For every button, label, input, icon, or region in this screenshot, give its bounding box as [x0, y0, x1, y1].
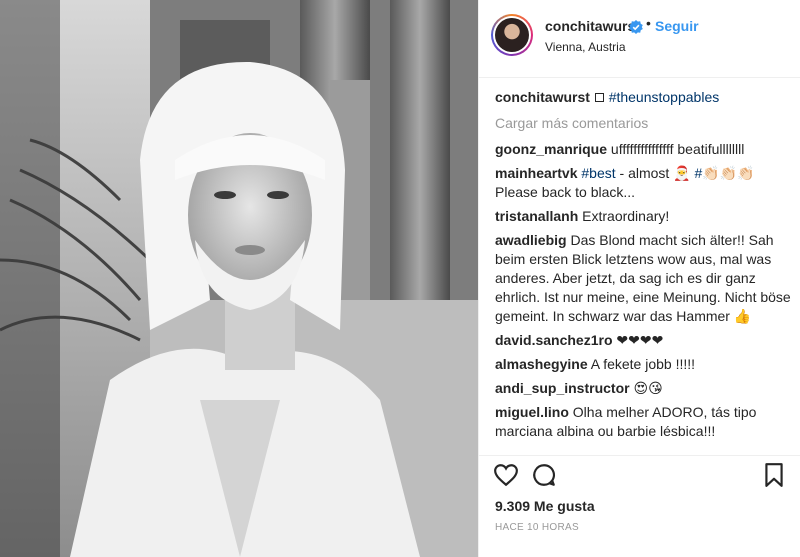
caption-username[interactable]: conchitawurst	[495, 89, 590, 105]
header-separator: •	[646, 15, 651, 31]
bookmark-icon[interactable]	[761, 462, 787, 488]
comment-username[interactable]: awadliebig	[495, 232, 567, 248]
post-side-panel: conchitawurst • Seguir Vienna, Austria c…	[478, 0, 800, 557]
avatar-image	[495, 18, 529, 52]
comment-item: mainheartvk #best - almost 🎅 #👏🏻👏🏻👏🏻 Ple…	[495, 164, 791, 202]
comment-username[interactable]: mainheartvk	[495, 165, 577, 181]
comment-text: 😍😘	[633, 380, 663, 396]
heart-icon[interactable]	[493, 462, 519, 488]
post-header: conchitawurst • Seguir Vienna, Austria	[479, 0, 800, 78]
post-photo[interactable]	[0, 0, 478, 557]
verified-badge-icon	[629, 20, 643, 34]
post-timestamp[interactable]: HACE 10 HORAS	[495, 522, 579, 533]
load-more-comments-button[interactable]: Cargar más comentarios	[495, 115, 791, 131]
caption-hashtag[interactable]: #theunstoppables	[609, 89, 720, 105]
comment-bubble-icon[interactable]	[531, 462, 557, 488]
post-actions: 9.309 Me gusta HACE 10 HORAS	[479, 455, 800, 557]
comment-item: david.sanchez1ro ❤❤❤❤	[495, 331, 791, 350]
comment-text: ❤❤❤❤	[616, 332, 664, 348]
comment-username[interactable]: andi_sup_instructor	[495, 380, 630, 396]
comment-username[interactable]: almashegyine	[495, 356, 588, 372]
follow-button[interactable]: Seguir	[655, 18, 699, 34]
comment-username[interactable]: david.sanchez1ro	[495, 332, 613, 348]
comment-text: - almost 🎅	[615, 165, 695, 181]
comment-text: ufffffffffffffff beatifullllllll	[610, 141, 745, 157]
comment-item: goonz_manrique ufffffffffffffff beatiful…	[495, 140, 791, 159]
post-caption: conchitawurst #theunstoppables	[495, 88, 791, 107]
comments-list: conchitawurst #theunstoppables Cargar má…	[495, 88, 791, 446]
comment-text: A fekete jobb !!!!!	[590, 356, 696, 372]
comment-username[interactable]: miguel.lino	[495, 404, 569, 420]
header-username[interactable]: conchitawurst	[545, 18, 640, 34]
comment-item: tristanallanh Extraordinary!	[495, 207, 791, 226]
comment-item: andi_sup_instructor 😍😘	[495, 379, 791, 398]
missing-glyph-icon	[594, 93, 604, 102]
portrait-image	[0, 0, 478, 557]
comment-username[interactable]: tristanallanh	[495, 208, 578, 224]
comment-item: miguel.lino Olha melher ADORO, tás tipo …	[495, 403, 791, 441]
location-link[interactable]: Vienna, Austria	[545, 40, 626, 54]
comment-item: almashegyine A fekete jobb !!!!!	[495, 355, 791, 374]
avatar[interactable]	[491, 14, 533, 56]
comment-text: Extraordinary!	[582, 208, 670, 224]
comment-hashtag[interactable]: #best	[581, 165, 615, 181]
comment-username[interactable]: goonz_manrique	[495, 141, 607, 157]
instagram-post: conchitawurst • Seguir Vienna, Austria c…	[0, 0, 800, 557]
like-count[interactable]: 9.309 Me gusta	[495, 498, 595, 514]
comment-item: awadliebig Das Blond macht sich älter!! …	[495, 231, 791, 326]
